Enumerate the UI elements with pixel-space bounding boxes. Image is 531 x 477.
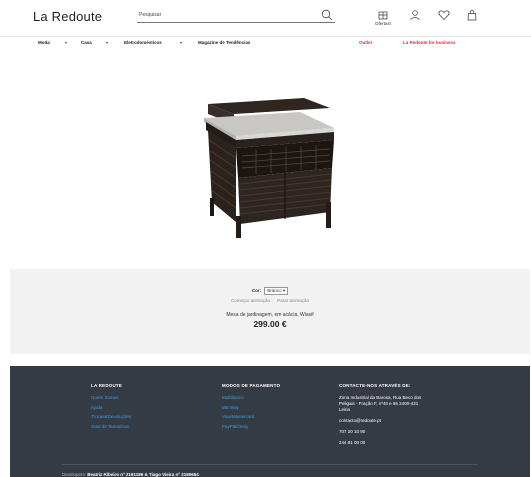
search-icon[interactable] <box>321 9 333 21</box>
footer-link-quem-somos[interactable]: Quem Somos <box>91 395 131 400</box>
footer-phone[interactable]: 244 81 00 00 <box>339 440 421 446</box>
stop-animation-button[interactable]: Parar animação <box>277 298 309 303</box>
product-info: Cor: Branco ▾ Começar animação Parar ani… <box>10 269 530 354</box>
footer-link-ajuda[interactable]: Ajuda <box>91 405 131 410</box>
nav-item-casa[interactable]: Casa <box>81 40 92 45</box>
footer-email[interactable]: contacto@redoute.pt <box>339 418 421 424</box>
product-image[interactable] <box>196 98 340 240</box>
main-nav: Moda ▾ Casa ▾ Eletrodomésticos ▾ Magazin… <box>0 36 531 48</box>
footer-credits: Developers: Beatriz Ribeiro nº 2191196 &… <box>62 472 199 477</box>
footer-col-contactos: CONTACTE-NOS ATRAVÉS DE: Zona Industrial… <box>339 383 421 446</box>
chevron-down-icon[interactable]: ▾ <box>65 40 67 45</box>
credits-prefix: Developers: <box>62 472 87 477</box>
heart-icon[interactable] <box>438 9 450 21</box>
chevron-down-icon: ▾ <box>282 288 286 293</box>
site-logo[interactable]: La Redoute <box>33 9 102 24</box>
footer-link-visa[interactable]: Visa/Mastercard <box>222 414 280 419</box>
color-selector-row: Cor: Branco ▾ <box>10 287 530 295</box>
color-select[interactable]: Branco ▾ <box>264 287 289 295</box>
credits-names: Beatriz Ribeiro nº 2191196 & Tiago Vieir… <box>87 472 199 477</box>
footer-link-tamanhos[interactable]: Guia de Tamanhos <box>91 424 131 429</box>
chevron-down-icon[interactable]: ▾ <box>106 40 108 45</box>
site-footer: LA REDOUTE Quem Somos Ajuda Trocas&Devol… <box>10 366 530 477</box>
footer-heading: LA REDOUTE <box>91 383 123 388</box>
footer-heading: CONTACTE-NOS ATRAVÉS DE: <box>339 383 411 388</box>
footer-phone[interactable]: 707 20 10 90 <box>339 429 421 435</box>
footer-link-mbway[interactable]: MB Way <box>222 405 280 410</box>
animation-controls: Começar animação Parar animação <box>10 298 530 303</box>
product-price: 299.00 € <box>253 319 287 329</box>
search-input[interactable] <box>139 9 309 21</box>
nav-item-magazine[interactable]: Magazine de Tendências <box>198 40 250 45</box>
footer-col-la-redoute: LA REDOUTE Quem Somos Ajuda Trocas&Devol… <box>91 383 131 433</box>
footer-address-line: Peligais - Fração F, nº45 e 65 2400-431 <box>339 401 419 406</box>
gift-icon[interactable] <box>377 9 389 21</box>
nav-item-business[interactable]: La Redoute for business <box>403 40 456 45</box>
ofertas-label[interactable]: Ofertas! <box>369 21 397 26</box>
footer-link-multibanco[interactable]: Multibanco <box>222 395 280 400</box>
nav-item-eletrodomesticos[interactable]: Eletrodomésticos <box>124 40 162 45</box>
footer-divider <box>62 464 478 465</box>
color-select-value: Branco <box>267 288 282 293</box>
footer-link-trocas[interactable]: Trocas&Devoluções <box>91 414 131 419</box>
nav-item-outlet[interactable]: Outlet <box>359 40 372 45</box>
nav-item-moda[interactable]: Moda <box>38 40 50 45</box>
footer-col-pagamento: MODOS DE PAGAMENTO Multibanco MB Way Vis… <box>222 383 280 433</box>
footer-link-paypal[interactable]: PayPal/Oney <box>222 424 280 429</box>
footer-address-line: Leiria <box>339 407 351 412</box>
footer-heading: MODOS DE PAGAMENTO <box>222 383 281 388</box>
product-name: Mesa de jardinagem, em acácia, Wiasif <box>226 312 314 318</box>
user-icon[interactable] <box>409 9 421 21</box>
color-label: Cor: <box>251 288 262 294</box>
search-bar <box>137 9 335 23</box>
site-header: La Redoute Ofertas! <box>0 0 531 36</box>
bag-icon[interactable] <box>466 9 478 21</box>
start-animation-button[interactable]: Começar animação <box>231 298 270 303</box>
chevron-down-icon[interactable]: ▾ <box>180 40 182 45</box>
